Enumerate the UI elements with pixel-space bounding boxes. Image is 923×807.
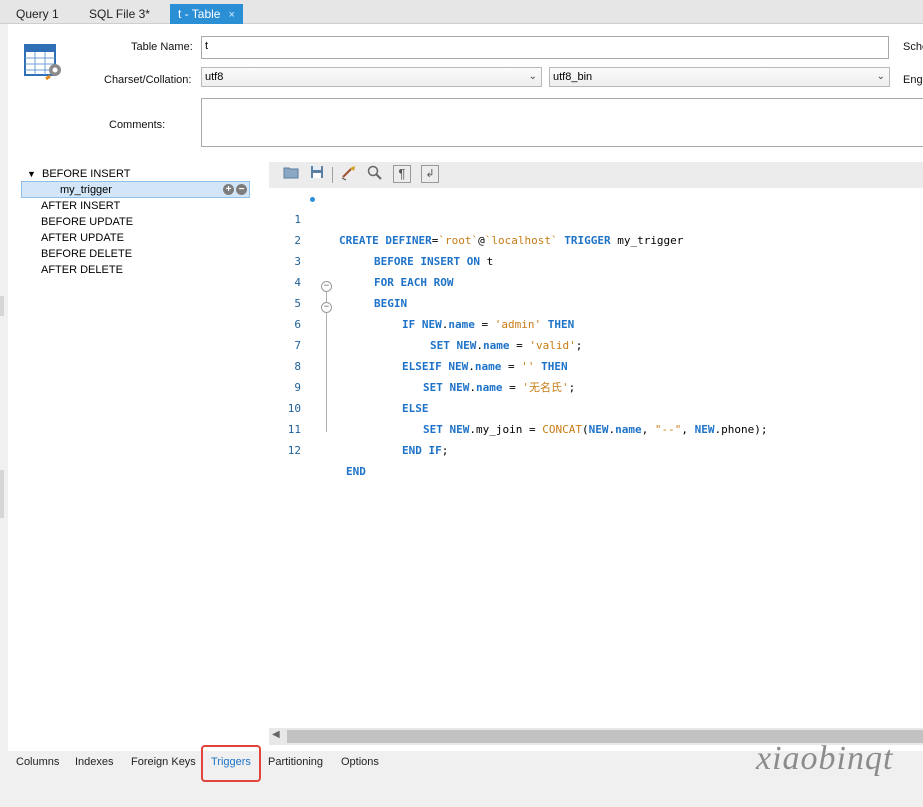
expand-arrow-icon[interactable]: ▼ — [27, 169, 36, 179]
table-editor-panel: Table Name: t Sche Charset/Collation: ut… — [8, 24, 923, 751]
code-text: BEFORE INSERT ON t — [374, 255, 494, 268]
tree-group-before-insert[interactable]: ▼ BEFORE INSERT — [27, 166, 130, 182]
code-line: 3 FOR EACH ROW — [269, 230, 453, 289]
code-line: 9 ELSE — [269, 356, 428, 415]
document-tab-bar: Query 1 SQL File 3* t - Table × — [0, 0, 923, 24]
selected-trigger-row[interactable]: + − — [21, 181, 250, 198]
code-line: 11 END IF; — [269, 398, 449, 457]
tab-label: Query 1 — [16, 7, 59, 21]
wrap-icon[interactable]: ↲ — [421, 165, 439, 183]
tab-indexes[interactable]: Indexes — [75, 756, 114, 768]
tree-group-after-delete[interactable]: AFTER DELETE — [41, 262, 123, 278]
schema-label: Sche — [903, 41, 923, 53]
tree-group-before-update[interactable]: BEFORE UPDATE — [41, 214, 133, 230]
tree-group-after-insert[interactable]: AFTER INSERT — [41, 198, 120, 214]
collation-value: utf8_bin — [553, 71, 593, 83]
code-line: 6 SET NEW.name = 'valid'; — [269, 293, 582, 352]
code-line: 1 CREATE DEFINER=`root`@`localhost` TRIG… — [269, 188, 683, 247]
charset-select[interactable]: utf8 ⌄ — [201, 67, 542, 87]
find-icon[interactable] — [365, 165, 385, 185]
code-line: 12 END — [269, 419, 366, 478]
code-text: BEGIN — [374, 297, 408, 310]
tree-group-before-delete[interactable]: BEFORE DELETE — [41, 246, 132, 262]
tab-partitioning[interactable]: Partitioning — [268, 756, 323, 768]
code-text: FOR EACH ROW — [374, 276, 454, 289]
open-folder-icon[interactable] — [281, 165, 301, 185]
table-name-label: Table Name: — [131, 41, 193, 53]
toolbar-separator — [332, 167, 333, 183]
code-text: END — [346, 465, 366, 478]
scroll-left-icon[interactable]: ◀ — [272, 729, 280, 740]
splitter-handle[interactable] — [0, 296, 4, 316]
code-text: END IF; — [402, 444, 449, 457]
code-text: ELSEIF NEW.name = '' THEN — [402, 360, 568, 373]
chevron-down-icon: ⌄ — [876, 71, 885, 82]
charset-value: utf8 — [205, 71, 224, 83]
remove-trigger-icon[interactable]: − — [236, 184, 247, 195]
statement-marker-icon — [310, 197, 315, 202]
beautify-icon[interactable] — [339, 165, 359, 185]
triggers-tab-highlight — [201, 745, 261, 782]
watermark: xiaobinqt — [756, 740, 894, 777]
table-name-input[interactable]: t — [201, 36, 889, 59]
tab-options[interactable]: Options — [341, 756, 379, 768]
code-line: 7 ELSEIF NEW.name = '' THEN — [269, 314, 567, 373]
code-text: SET NEW.name = 'valid'; — [430, 339, 583, 352]
tree-group-label: BEFORE INSERT — [41, 168, 131, 180]
tab-columns[interactable]: Columns — [16, 756, 59, 768]
code-line: 2 BEFORE INSERT ON t — [269, 209, 493, 268]
code-text: ELSE — [402, 402, 429, 415]
editor-toolbar: ¶ ↲ — [269, 162, 923, 188]
collation-select[interactable]: utf8_bin ⌄ — [549, 67, 890, 87]
code-line: 4 BEGIN — [269, 251, 407, 310]
fold-toggle-icon[interactable]: − — [321, 281, 332, 292]
close-icon[interactable]: × — [228, 9, 234, 21]
tree-group-after-update[interactable]: AFTER UPDATE — [41, 230, 124, 246]
tab-sql-file-3[interactable]: SQL File 3* — [81, 4, 158, 24]
tab-query-1[interactable]: Query 1 — [8, 4, 67, 24]
tab-t-table[interactable]: t - Table × — [170, 4, 243, 24]
save-icon[interactable] — [307, 165, 327, 185]
code-line: 8 SET NEW.name = '无名氏'; — [269, 335, 575, 394]
tree-trigger-my-trigger[interactable]: my_trigger — [60, 182, 112, 198]
charset-label: Charset/Collation: — [104, 74, 192, 86]
invisible-chars-icon[interactable]: ¶ — [393, 165, 411, 183]
code-text: SET NEW.name = '无名氏'; — [423, 381, 576, 394]
engine-label: Engi — [903, 74, 923, 86]
splitter-handle[interactable] — [0, 470, 4, 518]
code-text: IF NEW.name = 'admin' THEN — [402, 318, 575, 331]
tab-label: t - Table — [178, 7, 221, 21]
code-line: 5 IF NEW.name = 'admin' THEN — [269, 272, 574, 331]
chevron-down-icon: ⌄ — [528, 71, 537, 82]
tab-label: SQL File 3* — [89, 7, 150, 21]
table-icon — [24, 44, 61, 80]
code-line: 10 SET NEW.my_join = CONCAT(NEW.name, "-… — [269, 377, 768, 436]
code-text: SET NEW.my_join = CONCAT(NEW.name, "--",… — [423, 423, 768, 436]
comments-textarea[interactable] — [201, 98, 923, 147]
line-number: 12 — [287, 444, 301, 457]
tab-foreign-keys[interactable]: Foreign Keys — [131, 756, 196, 768]
add-trigger-icon[interactable]: + — [223, 184, 234, 195]
sql-code-editor[interactable]: − − 1 CREATE DEFINER=`root`@`localhost` … — [269, 188, 923, 728]
code-text: CREATE DEFINER=`root`@`localhost` TRIGGE… — [339, 234, 684, 247]
fold-toggle-icon[interactable]: − — [321, 302, 332, 313]
comments-label: Comments: — [109, 119, 166, 131]
